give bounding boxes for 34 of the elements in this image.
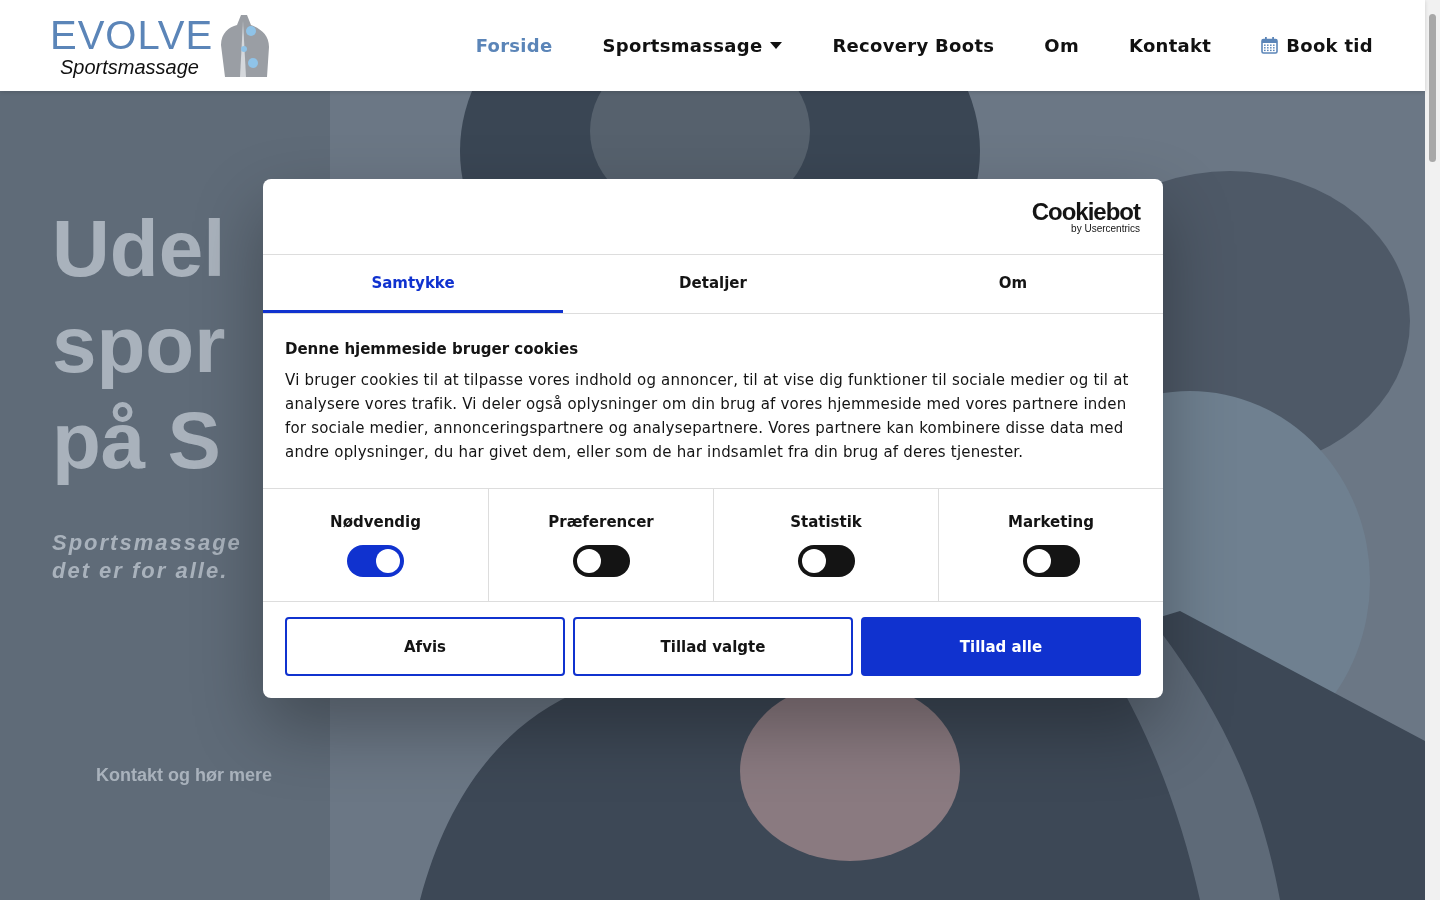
- category-label: Marketing: [1008, 513, 1094, 531]
- brand-tagline: by Usercentrics: [1071, 223, 1140, 234]
- scrollbar[interactable]: [1425, 0, 1440, 900]
- toggle-switch[interactable]: [347, 545, 404, 577]
- dialog-tab[interactable]: Om: [863, 255, 1163, 313]
- hero-subtitle: Sportsmassage: [52, 529, 242, 557]
- hero-subtitle: det er for alle.: [52, 557, 229, 585]
- logo-subtitle[interactable]: Sportsmassage: [60, 56, 214, 77]
- dialog-tab[interactable]: Samtykke: [263, 255, 563, 313]
- nav-link[interactable]: Sportsmassage: [602, 35, 783, 56]
- calendar-icon: [1261, 37, 1279, 54]
- dialog-tab[interactable]: Detaljer: [563, 255, 863, 313]
- nav-link[interactable]: Om: [1044, 35, 1079, 56]
- hero-heading: Udel: [52, 203, 226, 295]
- hero-heading: på S: [52, 395, 221, 487]
- brand-name: Cookiebot: [1031, 199, 1140, 224]
- dialog-title: Denne hjemmeside bruger cookies: [285, 340, 580, 358]
- nav-link[interactable]: Kontakt: [1129, 35, 1212, 56]
- logo-title[interactable]: EVOLVE: [50, 14, 214, 55]
- toggle-switch[interactable]: [1022, 545, 1080, 577]
- toggle-switch[interactable]: [797, 545, 855, 577]
- nav-link[interactable]: Forside: [475, 35, 553, 56]
- nav-link[interactable]: Recovery Boots: [832, 35, 995, 56]
- nav-link[interactable]: Book tid: [1261, 35, 1373, 56]
- category-label: Statistik: [790, 513, 862, 531]
- consent-button[interactable]: Tillad alle: [861, 617, 1141, 676]
- caret-icon: [770, 41, 783, 50]
- toggle-switch[interactable]: [572, 545, 630, 577]
- consent-button[interactable]: Afvis: [285, 617, 565, 676]
- consent-button[interactable]: Tillad valgte: [573, 617, 853, 676]
- category-label: Præferencer: [548, 513, 654, 531]
- dialog-text: Vi bruger cookies til at tilpasse vores indhold og annoncer, til at vise dig funktioner til sociale medier og til at analysere vores trafik. Vi deler også oplysninger om din brug af vores hjemmeside med vores partnere inden for sociale medier, annonceringspartnere og analysepartnere. Vores partnere kan kombinere disse data med andre oplysninger, du har givet dem, eller som de har indsamlet fra din brug af deres tjenester.: [285, 370, 1130, 463]
- category-label: Nødvendig: [330, 513, 421, 531]
- hero-heading: spor: [52, 299, 226, 391]
